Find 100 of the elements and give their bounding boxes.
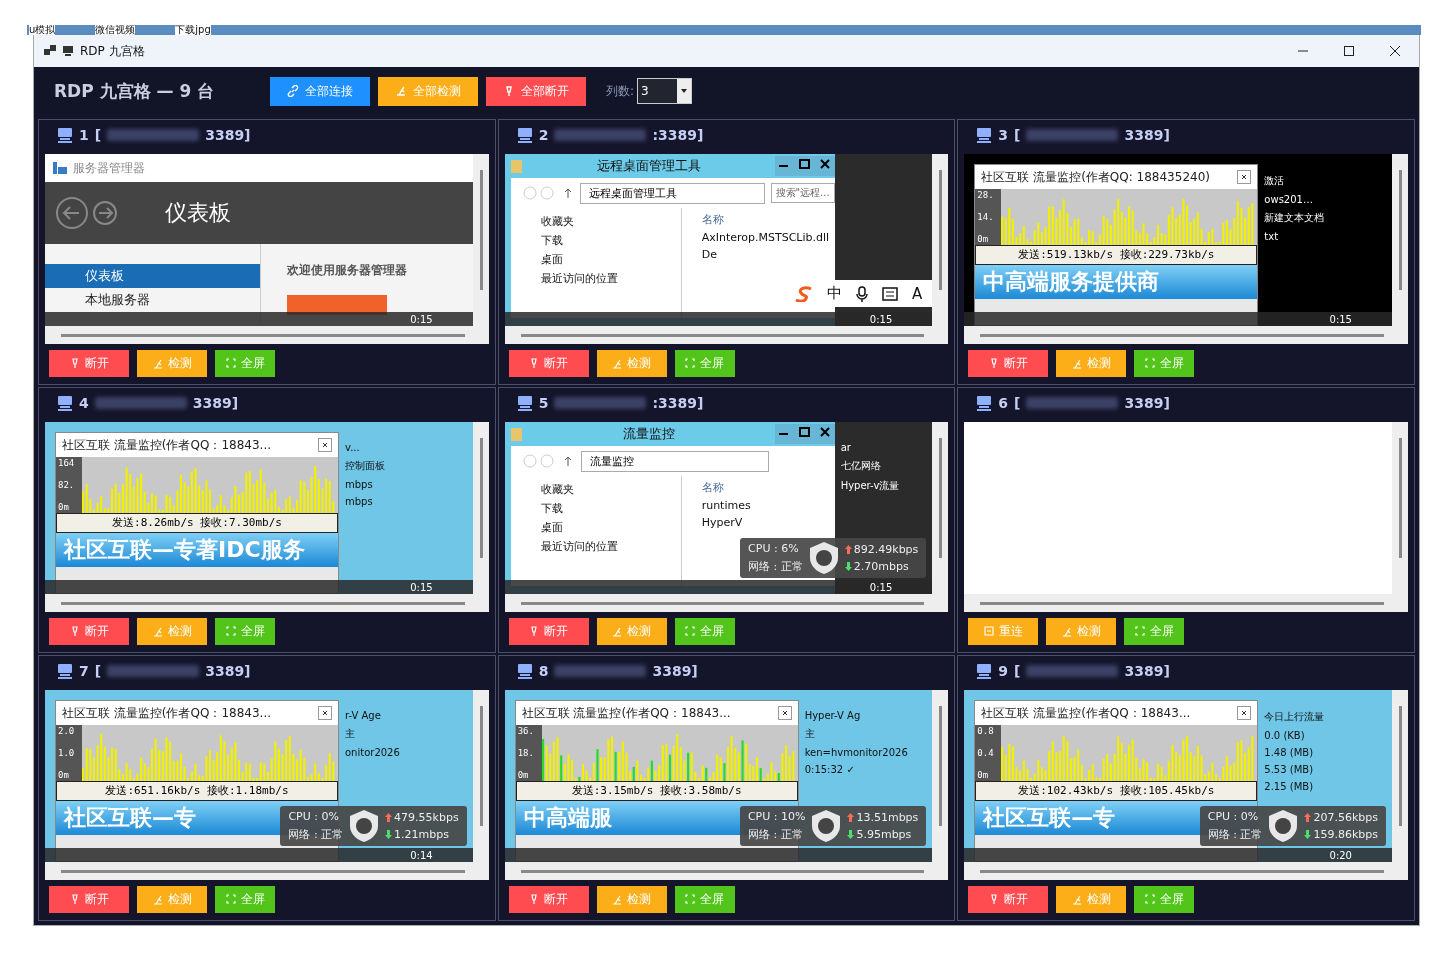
desktop-label: onitor2026 — [345, 747, 400, 758]
nav-item[interactable]: 最近访问的位置 — [540, 539, 681, 554]
axis-label: 82. — [58, 480, 76, 490]
download-speed: 2.70mbps — [844, 560, 919, 573]
pane-button[interactable]: 全屏 — [674, 350, 735, 377]
desktop-label: 控制面板 — [345, 459, 385, 473]
column-header[interactable]: 名称 — [701, 212, 830, 227]
nav-item[interactable]: 收藏夹 — [540, 214, 681, 229]
pane-button[interactable]: 断开 — [968, 886, 1049, 913]
taskbar-clock: 0:15 — [410, 313, 433, 325]
desktop-label: Hyper-v流量 — [840, 479, 900, 493]
nav-item[interactable]: 下载 — [540, 233, 681, 248]
address-bracket: [ — [1014, 663, 1021, 679]
app-title: RDP 九宫格 — 9 台 — [54, 79, 216, 103]
window-title: 社区互联 流量监控(作者QQ：18843... — [521, 704, 732, 722]
column-header[interactable]: 名称 — [701, 480, 751, 495]
pane-button[interactable]: 断开 — [49, 350, 129, 377]
address-bracket: [ — [1014, 127, 1021, 143]
pane-button[interactable]: 断开 — [508, 350, 589, 377]
pane-button[interactable]: 全屏 — [1134, 886, 1195, 913]
window-title: 社区互联 流量监控(作者QQ：18843... — [981, 704, 1192, 722]
pane-button[interactable]: 检测 — [137, 886, 207, 913]
pane-button[interactable]: 断开 — [508, 886, 589, 913]
desktop-label: 主 — [804, 727, 816, 741]
address-bracket: [ — [94, 127, 102, 143]
upload-speed: 892.49kbps — [844, 543, 919, 556]
pane-button[interactable]: 断开 — [508, 618, 589, 645]
pane-button[interactable]: 检测 — [137, 350, 207, 377]
toolbar-button[interactable]: 全部检测 — [378, 76, 478, 106]
columns-dropdown[interactable]: 3 — [637, 78, 693, 104]
network-status: 网络 : 正常 — [748, 559, 803, 574]
window-title: 远程桌面管理工具 — [595, 157, 702, 175]
pane-button[interactable]: 全屏 — [674, 886, 735, 913]
pane-button[interactable]: 检测 — [1056, 886, 1127, 913]
nav-item[interactable]: 仪表板 — [45, 264, 260, 288]
nav-item[interactable]: 收藏夹 — [540, 482, 681, 497]
nav-item[interactable]: 桌面 — [540, 252, 681, 267]
nav-item[interactable]: 下载 — [540, 501, 681, 516]
banner-text: 社区互联—专著IDC服务 — [56, 533, 338, 567]
page-title: 仪表板 — [165, 199, 231, 227]
file-item[interactable]: HyperV — [701, 516, 751, 529]
nav-item[interactable]: 本地服务器 — [45, 288, 260, 312]
axis-label: 0m — [977, 234, 990, 244]
upload-speed: 13.51mbps — [847, 811, 919, 824]
input-mode[interactable]: 中 — [827, 284, 843, 303]
address-bracket: [ — [94, 663, 102, 679]
pane-button[interactable]: 重连 — [968, 618, 1039, 645]
session-number: 7 — [79, 663, 89, 679]
window-title: 流量监控 — [621, 425, 676, 443]
window-title: 社区互联 流量监控(作者QQ: 188435240) — [981, 168, 1211, 186]
pane-button[interactable]: 全屏 — [1134, 350, 1195, 377]
address-port: 3389] — [1124, 127, 1170, 143]
toolbar-button[interactable]: 全部断开 — [486, 76, 586, 106]
file-item[interactable]: De — [701, 248, 830, 261]
traffic-readout: 发送:519.13kb/s 接收:229.73kb/s — [975, 245, 1258, 265]
desktop-label: 今日上行流量 — [1264, 710, 1325, 724]
desktop-label: 0.0 (KB) — [1264, 730, 1306, 741]
pane-button[interactable]: 全屏 — [215, 886, 275, 913]
address-field[interactable]: 流量监控 — [580, 450, 769, 472]
session-number: 3 — [998, 127, 1009, 143]
session-number: 8 — [538, 663, 549, 679]
pane-button[interactable]: 断开 — [968, 350, 1049, 377]
pane-button[interactable]: 全屏 — [1124, 618, 1185, 645]
axis-label: 2.0 — [58, 726, 76, 736]
toolbar-button[interactable]: 全部连接 — [270, 76, 370, 106]
nav-item[interactable]: 桌面 — [540, 520, 681, 535]
taskbar-clock: 0:15 — [1329, 313, 1352, 325]
pane-button[interactable]: 检测 — [596, 886, 667, 913]
input-mode[interactable]: A — [912, 284, 923, 303]
file-item[interactable]: runtimes — [701, 499, 751, 512]
desktop-label: mbps — [345, 479, 374, 490]
pane-button[interactable]: 全屏 — [215, 618, 275, 645]
desktop-icon-label: 下载jpg — [175, 25, 211, 35]
axis-label: 0.4 — [977, 748, 995, 758]
window-title: RDP 九宫格 — [80, 42, 145, 60]
pane-button[interactable]: 检测 — [596, 618, 667, 645]
address-field[interactable]: 远程桌面管理工具 — [579, 182, 765, 204]
pane-button[interactable]: 检测 — [1046, 618, 1117, 645]
desktop-label: v... — [345, 442, 361, 453]
pane-button[interactable]: 断开 — [49, 886, 129, 913]
address-bracket: [ — [1014, 395, 1021, 411]
session-number: 9 — [998, 663, 1009, 679]
taskbar-clock: 0:15 — [869, 313, 893, 325]
desktop-label: txt — [1264, 231, 1280, 242]
nav-item[interactable]: 最近访问的位置 — [540, 271, 681, 286]
desktop-label: 5.53 (MB) — [1264, 764, 1315, 775]
pane-button[interactable]: 断开 — [49, 618, 129, 645]
address-port: 3389] — [652, 663, 698, 679]
desktop-label: Hyper-V Ag — [804, 710, 862, 721]
pane-button[interactable]: 检测 — [596, 350, 667, 377]
pane-button[interactable]: 检测 — [1056, 350, 1127, 377]
axis-label: 0.8 — [977, 726, 995, 736]
pane-button[interactable]: 检测 — [137, 618, 207, 645]
file-item[interactable]: AxInterop.MSTSCLib.dll — [701, 231, 830, 244]
window-title: 社区互联 流量监控(作者QQ：18843... — [62, 436, 272, 454]
pane-button[interactable]: 全屏 — [674, 618, 735, 645]
desktop-label: 激活 — [1264, 174, 1286, 188]
search-field[interactable]: 搜索"远程... — [770, 183, 835, 203]
pane-button[interactable]: 全屏 — [215, 350, 275, 377]
traffic-readout: 发送:651.16kb/s 接收:1.18mb/s — [56, 781, 338, 801]
